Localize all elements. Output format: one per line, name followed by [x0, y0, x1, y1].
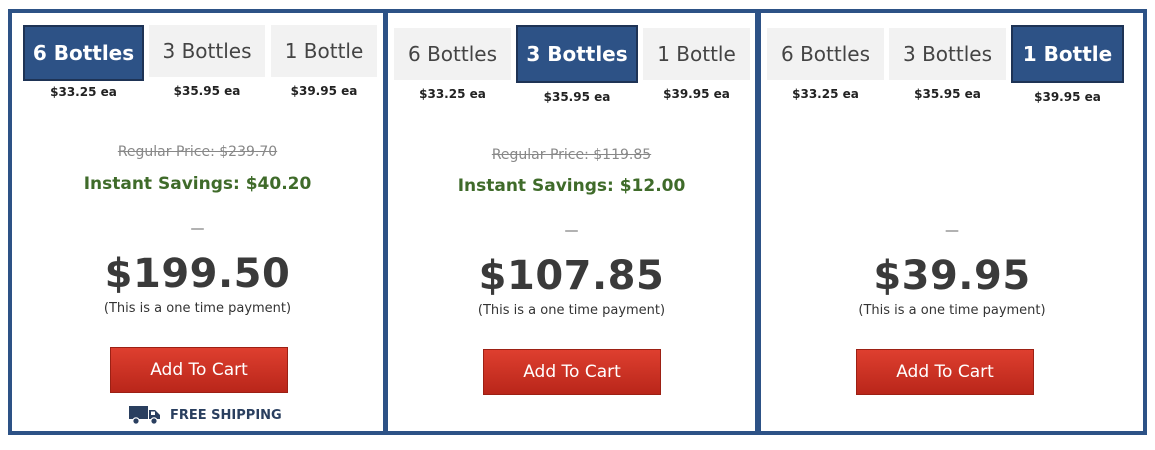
- option-label: 3 Bottles: [162, 39, 252, 63]
- option-3-bottles[interactable]: 3 Bottles: [516, 25, 638, 83]
- add-to-cart-button[interactable]: Add To Cart: [483, 349, 661, 395]
- option-each-price: $35.95 ea: [914, 87, 981, 101]
- instant-savings: Instant Savings: $40.20: [83, 174, 312, 194]
- option-label: 1 Bottle: [1022, 42, 1113, 66]
- add-to-cart-button[interactable]: Add To Cart: [110, 347, 288, 393]
- truck-icon: [129, 406, 160, 425]
- instant-savings: Instant Savings: $12.00: [457, 176, 686, 196]
- option-1-bottle[interactable]: 1 Bottle: [271, 25, 377, 77]
- divider-dash: —: [190, 221, 205, 237]
- total-price: $39.95: [873, 253, 1031, 299]
- add-to-cart-button[interactable]: Add To Cart: [856, 349, 1034, 395]
- free-shipping-badge: FREE SHIPPING: [128, 404, 282, 426]
- option-3-bottles[interactable]: 3 Bottles: [149, 25, 265, 77]
- option-label: 6 Bottles: [407, 42, 497, 66]
- total-price: $199.50: [104, 251, 291, 297]
- option-each-price: $39.95 ea: [1034, 90, 1101, 104]
- pricing-card-6-bottles: 6 Bottles $33.25 ea 3 Bottles $35.95 ea …: [8, 9, 386, 435]
- payment-note: (This is a one time payment): [858, 303, 1046, 318]
- option-label: 6 Bottles: [780, 42, 870, 66]
- option-6-bottles[interactable]: 6 Bottles: [23, 25, 144, 81]
- divider-dash: —: [564, 223, 579, 239]
- option-1-bottle[interactable]: 1 Bottle: [1011, 25, 1124, 83]
- free-shipping-label: FREE SHIPPING: [170, 407, 282, 423]
- option-label: 1 Bottle: [657, 42, 736, 66]
- regular-price: Regular Price: $119.85: [491, 147, 652, 163]
- option-label: 6 Bottles: [32, 41, 135, 65]
- regular-price: Regular Price: $239.70: [117, 144, 278, 160]
- pricing-card-3-bottles: 6 Bottles $33.25 ea 3 Bottles $35.95 ea …: [385, 9, 758, 435]
- option-each-price: $33.25 ea: [50, 85, 117, 99]
- option-6-bottles[interactable]: 6 Bottles: [394, 28, 511, 80]
- option-label: 3 Bottles: [526, 42, 628, 66]
- option-each-price: $35.95 ea: [173, 84, 241, 98]
- option-each-price: $33.25 ea: [792, 87, 859, 101]
- option-3-bottles[interactable]: 3 Bottles: [889, 28, 1006, 80]
- option-label: 1 Bottle: [284, 39, 364, 63]
- option-1-bottle[interactable]: 1 Bottle: [643, 28, 750, 80]
- total-price: $107.85: [478, 253, 665, 299]
- option-each-price: $35.95 ea: [543, 90, 611, 104]
- option-each-price: $33.25 ea: [419, 87, 486, 101]
- option-label: 3 Bottles: [902, 42, 992, 66]
- payment-note: (This is a one time payment): [103, 301, 292, 316]
- option-6-bottles[interactable]: 6 Bottles: [767, 28, 884, 80]
- divider-dash: —: [945, 223, 959, 239]
- option-each-price: $39.95 ea: [663, 87, 730, 101]
- option-each-price: $39.95 ea: [290, 84, 358, 98]
- payment-note: (This is a one time payment): [477, 303, 666, 318]
- pricing-card-1-bottle: 6 Bottles $33.25 ea 3 Bottles $35.95 ea …: [758, 9, 1147, 435]
